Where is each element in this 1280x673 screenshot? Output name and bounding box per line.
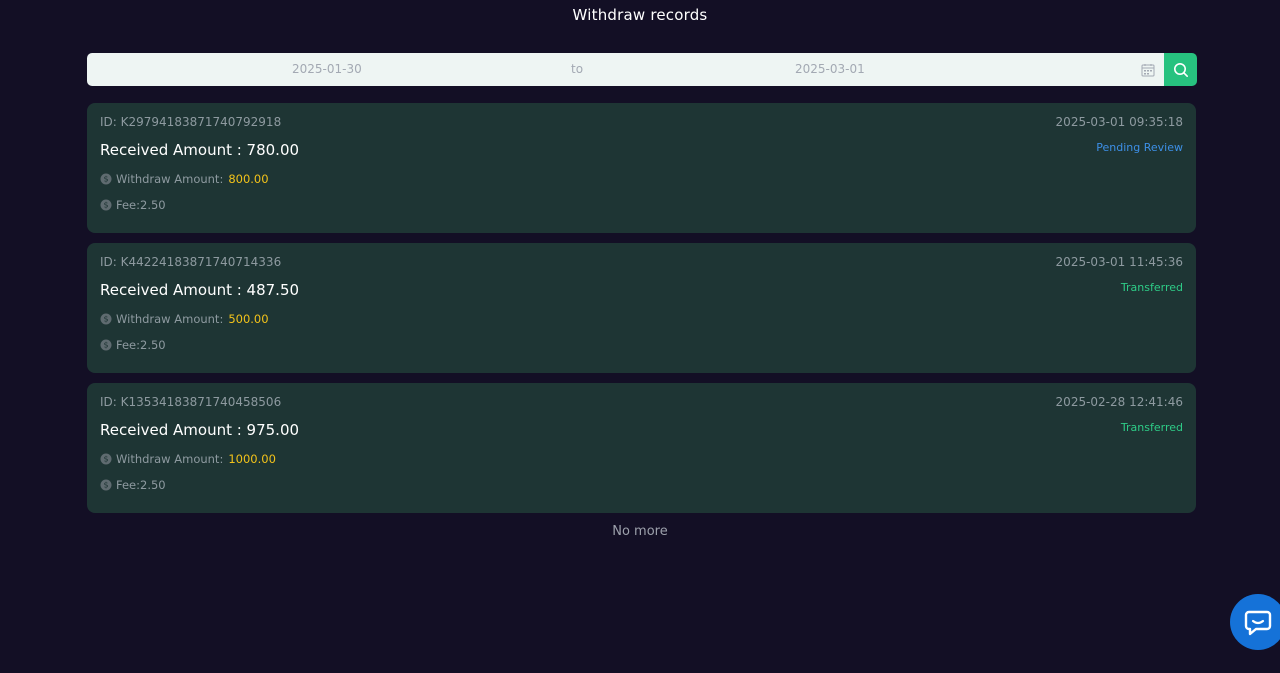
withdraw-amount-row: $ Withdraw Amount: 1000.00 <box>100 452 276 466</box>
record-time: 2025-03-01 09:35:18 <box>1055 115 1183 129</box>
fee-row: $ Fee:2.50 <box>100 198 166 212</box>
status-badge: Transferred <box>1120 421 1183 434</box>
withdraw-amount-row: $ Withdraw Amount: 800.00 <box>100 172 269 186</box>
coin-icon: $ <box>100 199 112 211</box>
withdraw-amount-value: 500.00 <box>228 312 269 326</box>
svg-text:$: $ <box>103 455 108 464</box>
end-date-input[interactable]: 2025-03-01 <box>795 53 865 86</box>
fee-text: Fee:2.50 <box>116 338 166 352</box>
record-time: 2025-03-01 11:45:36 <box>1055 255 1183 269</box>
date-filter: 2025-01-30 to 2025-03-01 <box>87 53 1197 86</box>
fee-row: $ Fee:2.50 <box>100 478 166 492</box>
withdraw-amount-value: 1000.00 <box>228 452 276 466</box>
list-end-text: No more <box>612 524 668 539</box>
svg-text:$: $ <box>103 341 108 350</box>
search-icon <box>1173 62 1188 77</box>
svg-text:$: $ <box>103 201 108 210</box>
withdraw-record-card[interactable]: ID: K2979418387174079291​8 2025-03-01 09… <box>87 103 1196 233</box>
chat-bubble-icon <box>1244 610 1272 636</box>
svg-text:$: $ <box>103 315 108 324</box>
record-id: ID: K2979418387174079291​8 <box>100 115 282 129</box>
fee-text: Fee:2.50 <box>116 198 166 212</box>
received-amount: Received Amount : 487.50 <box>100 281 300 299</box>
coin-icon: $ <box>100 453 112 465</box>
status-badge: Transferred <box>1120 281 1183 294</box>
svg-text:$: $ <box>103 481 108 490</box>
live-chat-button[interactable] <box>1230 594 1280 650</box>
start-date-input[interactable]: 2025-01-30 <box>292 53 362 86</box>
withdraw-amount-label: Withdraw Amount: <box>116 172 224 186</box>
withdraw-amount-label: Withdraw Amount: <box>116 312 224 326</box>
received-amount: Received Amount : 975.00 <box>100 421 300 439</box>
fee-row: $ Fee:2.50 <box>100 338 166 352</box>
withdraw-record-card[interactable]: ID: K4422418387174071433​6 2025-03-01 11… <box>87 243 1196 373</box>
record-id: ID: K1353418387174045850​6 <box>100 395 282 409</box>
search-button[interactable] <box>1164 53 1197 86</box>
coin-icon: $ <box>100 173 112 185</box>
record-id: ID: K4422418387174071433​6 <box>100 255 282 269</box>
withdraw-amount-label: Withdraw Amount: <box>116 452 224 466</box>
coin-icon: $ <box>100 479 112 491</box>
coin-icon: $ <box>100 313 112 325</box>
withdraw-record-card[interactable]: ID: K1353418387174045850​6 2025-02-28 12… <box>87 383 1196 513</box>
svg-text:$: $ <box>103 175 108 184</box>
record-time: 2025-02-28 12:41:46 <box>1055 395 1183 409</box>
date-range-separator: to <box>571 62 584 76</box>
withdraw-records-page: Withdraw records 2025-01-30 to 2025-03-0… <box>0 0 1280 673</box>
calendar-icon[interactable] <box>1141 63 1155 77</box>
fee-text: Fee:2.50 <box>116 478 166 492</box>
received-amount: Received Amount : 780.00 <box>100 141 300 159</box>
page-title: Withdraw records <box>572 6 708 24</box>
withdraw-amount-value: 800.00 <box>228 172 269 186</box>
withdraw-amount-row: $ Withdraw Amount: 500.00 <box>100 312 269 326</box>
date-range-picker[interactable]: 2025-01-30 to 2025-03-01 <box>87 53 1164 86</box>
status-badge: Pending Review <box>1096 141 1183 154</box>
coin-icon: $ <box>100 339 112 351</box>
